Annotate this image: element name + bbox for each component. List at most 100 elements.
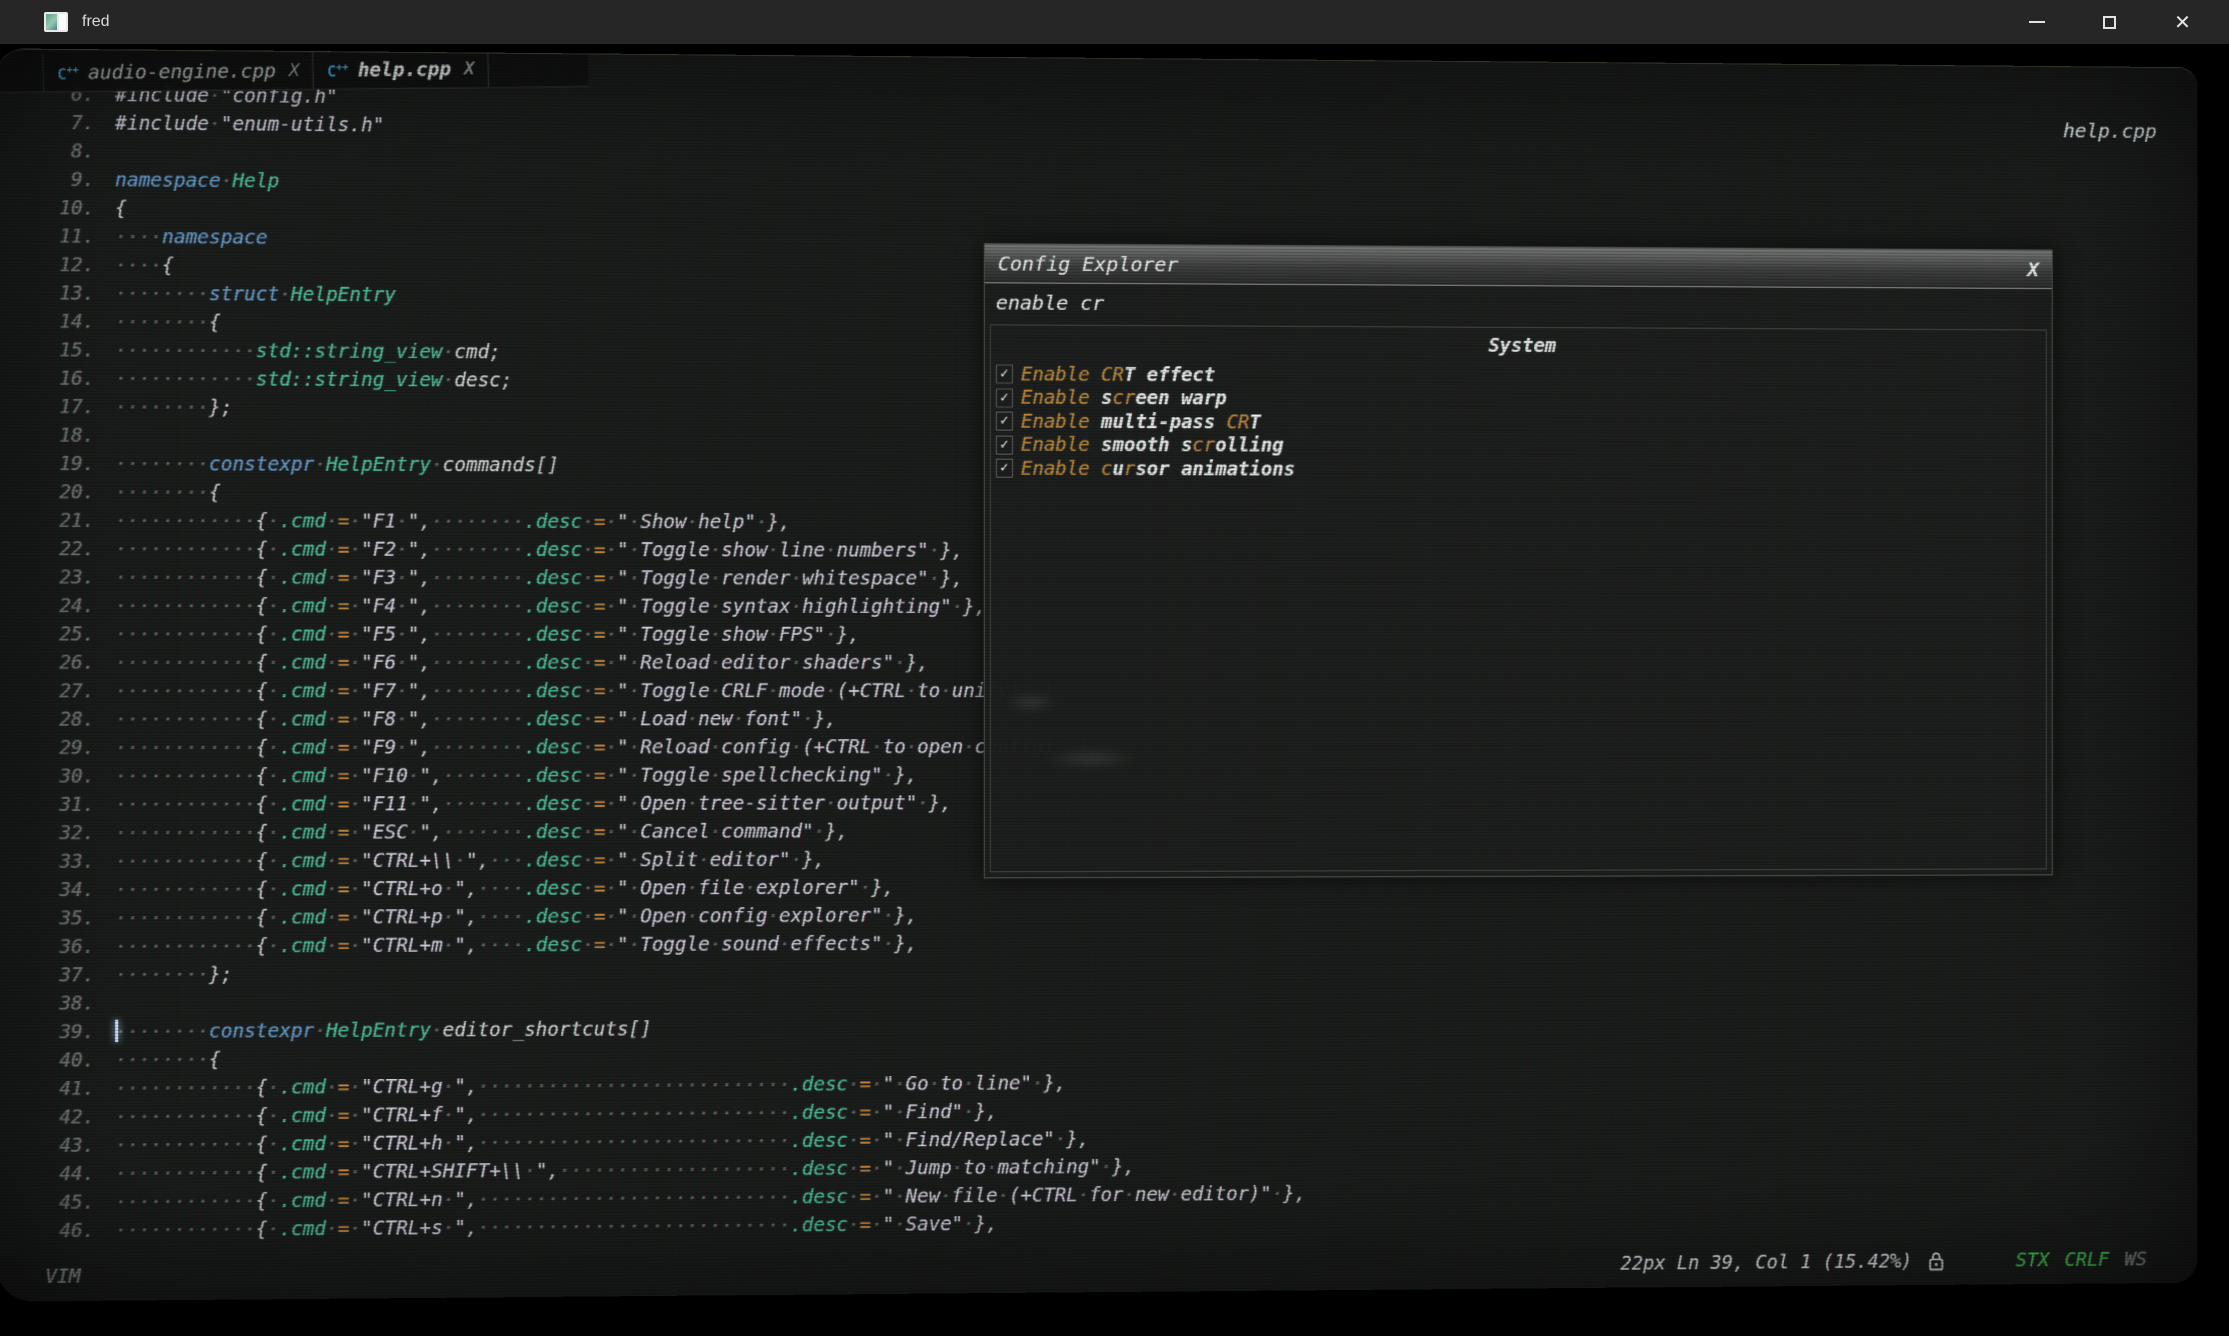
line-number: 26. xyxy=(12,649,115,677)
option-label: u xyxy=(1113,458,1124,480)
status-crlf: CRLF xyxy=(2065,1249,2109,1271)
status-bar: VIM 22px Ln 39, Col 1 (15.42%) STX CRLF … xyxy=(0,1243,2197,1293)
option-label: sor animations xyxy=(1135,458,1295,480)
config-option-list: ✓Enable CRT effect✓Enable screen warp✓En… xyxy=(991,362,2046,483)
minimize-button[interactable] xyxy=(2000,0,2073,44)
line-number: 39. xyxy=(12,1018,115,1047)
line-number: 17. xyxy=(12,393,115,422)
config-option[interactable]: ✓ Enable CRT effect xyxy=(991,362,2046,390)
option-label: olling xyxy=(1215,435,1283,457)
tab-audio-engine-cpp[interactable]: C++audio-engine.cppX xyxy=(42,51,314,91)
option-label-match: cr xyxy=(1192,435,1215,457)
window-title: fred xyxy=(82,13,110,31)
config-option[interactable]: ✓ Enable smooth scrolling xyxy=(991,433,2046,460)
option-label-match: Enable xyxy=(1021,434,1101,456)
line-number: 21. xyxy=(12,506,115,535)
popup-close-button[interactable]: X xyxy=(2027,257,2039,281)
checkbox[interactable]: ✓ xyxy=(996,388,1013,407)
option-label-match: cr xyxy=(1113,387,1136,409)
tab-label: help.cpp xyxy=(358,58,452,81)
line-number: 27. xyxy=(12,677,115,705)
checkbox[interactable]: ✓ xyxy=(996,459,1013,478)
tab-label: audio-engine.cpp xyxy=(88,59,276,83)
section-header: System xyxy=(991,332,2046,359)
line-number: 40. xyxy=(12,1046,115,1075)
status-ws: WS xyxy=(2125,1249,2147,1271)
occluded-text-ghost xyxy=(1043,750,1139,767)
config-search-value: enable cr xyxy=(996,290,1104,315)
option-label-match: Enable xyxy=(1021,387,1101,409)
status-stx: STX xyxy=(2016,1249,2049,1271)
line-number: 15. xyxy=(12,336,115,365)
line-number: 35. xyxy=(12,904,115,933)
maximize-icon xyxy=(2103,16,2116,29)
option-label: multi-pass xyxy=(1101,411,1227,433)
window-controls: ✕ xyxy=(2000,0,2219,44)
popup-title: Config Explorer xyxy=(998,251,1179,276)
minimize-icon xyxy=(2029,21,2045,23)
popup-body: System ✓Enable CRT effect✓Enable screen … xyxy=(990,324,2047,872)
line-number: 13. xyxy=(12,279,115,308)
filename-overlay: help.cpp xyxy=(2063,118,2157,142)
app-icon xyxy=(44,12,68,32)
config-search-input[interactable]: enable cr xyxy=(985,283,2052,325)
tab-bar: C++audio-engine.cppXC++help.cppX xyxy=(0,48,589,93)
line-number: 18. xyxy=(12,421,115,450)
line-number: 41. xyxy=(12,1074,115,1103)
option-label: smooth s xyxy=(1101,434,1192,456)
option-label-match: CR xyxy=(1227,411,1250,433)
line-number: 14. xyxy=(12,307,115,336)
line-number: 25. xyxy=(12,620,115,648)
line-number: 11. xyxy=(12,222,115,251)
option-label-match: Enable CR xyxy=(1021,363,1124,385)
occluded-text-ghost xyxy=(1005,694,1057,711)
line-number: 32. xyxy=(12,819,115,848)
crt-bezel: C++audio-engine.cppXC++help.cppX help.cp… xyxy=(0,44,2229,1336)
line-number: 31. xyxy=(12,791,115,820)
line-number: 42. xyxy=(12,1103,115,1132)
line-number: 16. xyxy=(12,364,115,393)
option-label-match: Enable xyxy=(1021,410,1101,432)
line-number: 45. xyxy=(12,1188,115,1217)
checkbox[interactable]: ✓ xyxy=(996,435,1013,454)
line-number: 12. xyxy=(12,251,115,280)
line-number: 23. xyxy=(12,563,115,592)
status-right: 22px Ln 39, Col 1 (15.42%) STX CRLF WS xyxy=(1621,1248,2147,1276)
line-number: 8. xyxy=(12,137,115,166)
option-label: een warp xyxy=(1135,387,1226,409)
config-option[interactable]: ✓ Enable multi-pass CRT xyxy=(991,410,2046,437)
line-number: 44. xyxy=(12,1160,115,1189)
close-button[interactable]: ✕ xyxy=(2146,0,2219,44)
checkbox[interactable]: ✓ xyxy=(996,412,1013,431)
checkbox[interactable]: ✓ xyxy=(996,365,1013,384)
line-number: 36. xyxy=(12,933,115,962)
tab-close-icon[interactable]: X xyxy=(464,58,475,78)
line-number: 34. xyxy=(12,876,115,905)
editor-screen: C++audio-engine.cppXC++help.cppX help.cp… xyxy=(0,48,2197,1301)
config-option[interactable]: ✓ Enable screen warp xyxy=(991,386,2046,413)
maximize-button[interactable] xyxy=(2073,0,2146,44)
tab-help-cpp[interactable]: C++ help.cpp X xyxy=(313,50,489,89)
line-number: 28. xyxy=(12,705,115,733)
window-titlebar: fred ✕ xyxy=(0,0,2229,44)
line-number: 22. xyxy=(12,535,115,564)
line-number: 38. xyxy=(12,989,115,1018)
popup-titlebar[interactable]: Config Explorer X xyxy=(985,244,2052,289)
cpp-file-icon: C++ xyxy=(327,60,349,79)
option-label: s xyxy=(1101,387,1112,409)
close-icon: ✕ xyxy=(2174,12,2191,32)
line-number: 29. xyxy=(12,734,115,763)
vim-mode-indicator: VIM xyxy=(45,1265,80,1288)
line-number: 46. xyxy=(12,1216,115,1245)
line-number: 24. xyxy=(12,592,115,621)
tab-close-icon[interactable]: X xyxy=(289,60,300,80)
line-number: 30. xyxy=(12,762,115,791)
line-number: 10. xyxy=(12,194,115,223)
line-number: 43. xyxy=(12,1131,115,1160)
config-option[interactable]: ✓Enable cursor animations xyxy=(991,457,2046,483)
option-label: T effect xyxy=(1124,364,1215,386)
config-explorer-popup: Config Explorer X enable cr System ✓Enab… xyxy=(984,243,2053,878)
option-label: T xyxy=(1249,411,1260,433)
line-number: 9. xyxy=(12,165,115,194)
line-number: 19. xyxy=(12,450,115,479)
